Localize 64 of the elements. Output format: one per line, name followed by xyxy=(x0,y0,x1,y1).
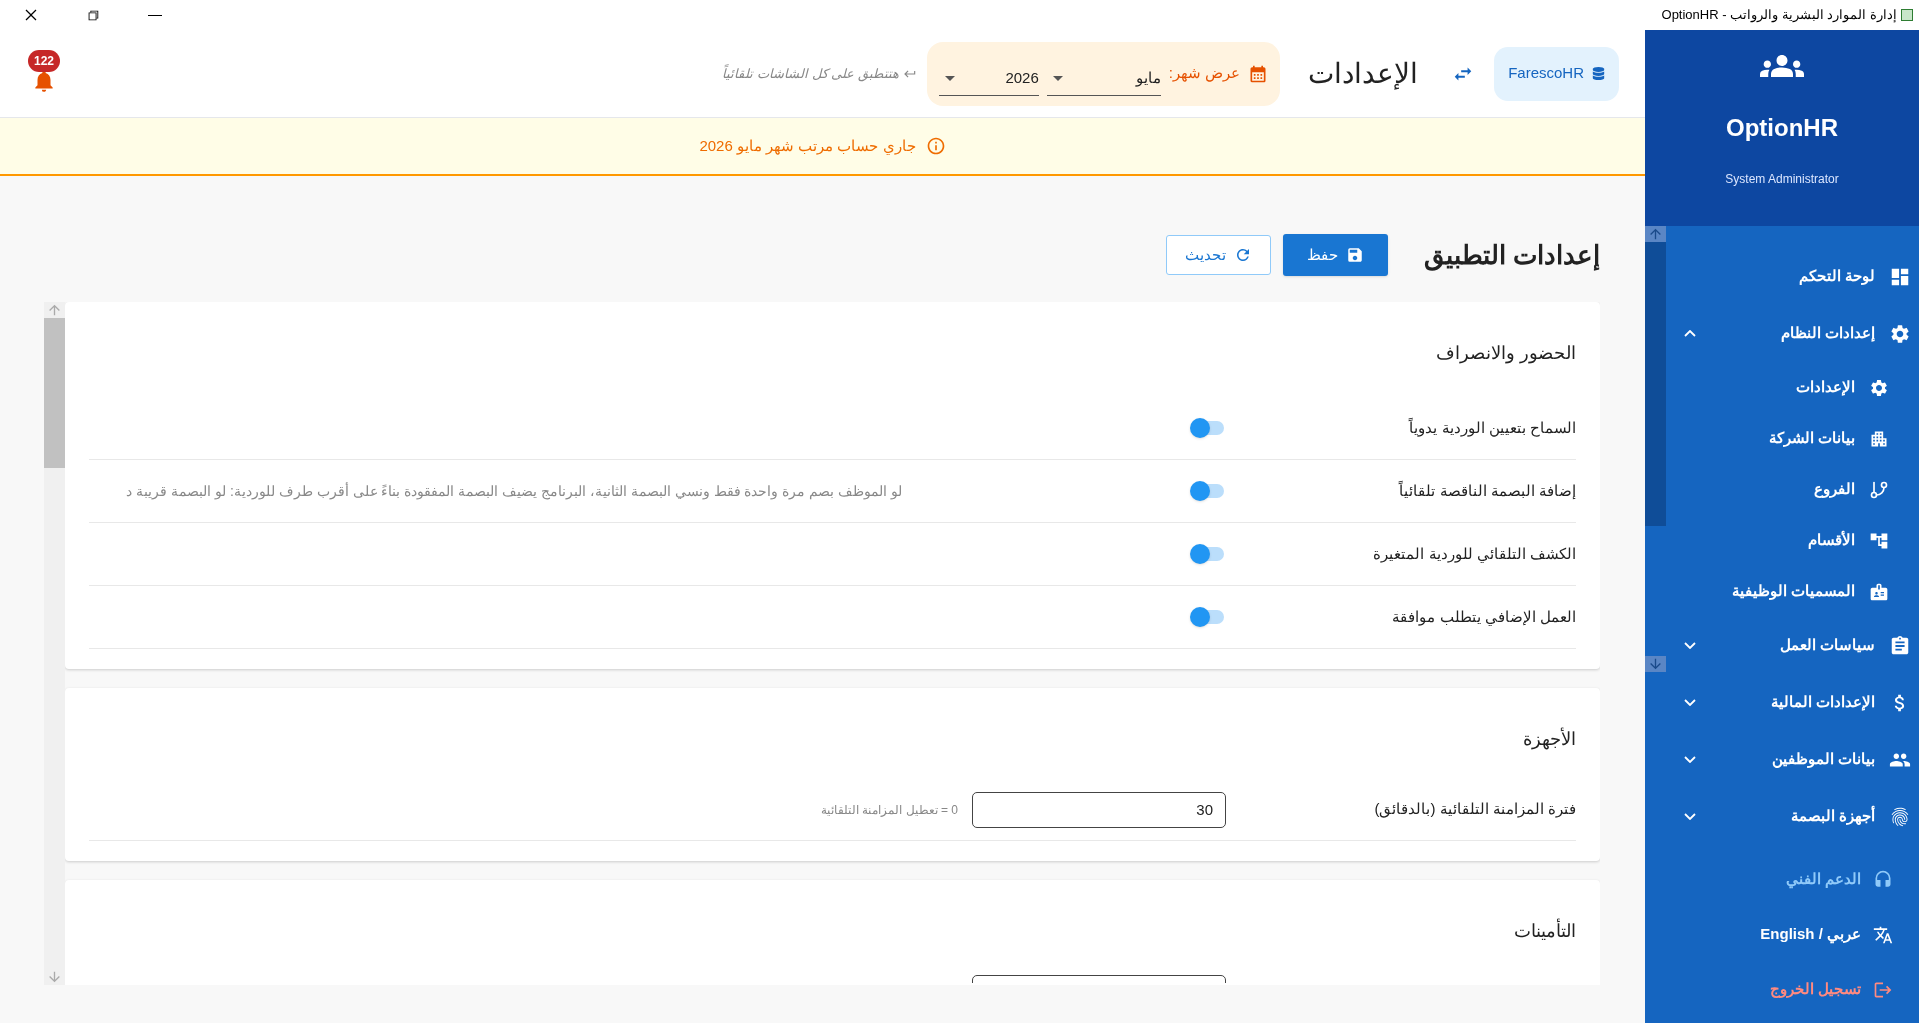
scrollbar-thumb[interactable] xyxy=(1645,242,1666,526)
setting-label: فترة المزامنة التلقائية (بالدقائق) xyxy=(1373,799,1576,820)
nav-item[interactable]: الإعدادات المالية xyxy=(1666,674,1919,731)
app-icon xyxy=(1901,9,1913,21)
setting-label: العمل الإضافي يتطلب موافقة xyxy=(1391,606,1576,628)
setting-hint: لو الموظف بصم مرة واحدة فقط ونسي البصمة الثانية، البرنامج يضيف البصمة المفقودة بناءً على أقرب طرف للوردية: لو البصمة قريبة د xyxy=(126,481,902,502)
setting-label: إضافة البصمة الناقصة تلقائياً xyxy=(1397,479,1576,501)
setting-hint: 0 = تعطيل المزامنة التلقائية xyxy=(820,801,958,819)
fingerprint-icon xyxy=(1889,805,1911,828)
minimize-icon xyxy=(148,14,162,16)
hint-text: هتتطبق على كل الشاشات تلقائياً xyxy=(722,63,899,84)
gear-icon xyxy=(1869,377,1889,398)
year-select[interactable]: 2026 xyxy=(938,61,1039,96)
month-label: عرض شهر: xyxy=(1168,63,1241,84)
user-role: System Administrator xyxy=(1725,171,1839,188)
close-icon xyxy=(23,7,39,23)
toggle-switch[interactable] xyxy=(1190,606,1226,628)
section-title: التأمينات xyxy=(89,918,1576,945)
toggle-switch[interactable] xyxy=(1190,543,1226,565)
scrollbar-thumb[interactable] xyxy=(44,318,65,468)
nav-item[interactable]: إعدادات النظام xyxy=(1666,305,1919,362)
nav-item[interactable]: بيانات الموظفين xyxy=(1666,731,1919,788)
database-icon xyxy=(1592,67,1605,80)
notification-badge: 122 xyxy=(27,49,60,72)
info-icon xyxy=(925,136,946,156)
dropdown-arrow-icon xyxy=(944,75,955,81)
sidebar-link[interactable]: الدعم الفني xyxy=(1645,852,1919,907)
save-button[interactable]: حفظ xyxy=(1282,234,1388,276)
badge-icon xyxy=(1869,581,1889,602)
page-title: إعدادات التطبيق xyxy=(1423,238,1600,273)
nav-subitem[interactable]: الفروع xyxy=(1666,464,1919,515)
brand-name: OptionHR xyxy=(1726,113,1838,143)
window-title: OptionHR - إدارة الموارد البشرية والرواتب xyxy=(1661,6,1897,25)
nav-subitem[interactable]: الأقسام xyxy=(1666,515,1919,566)
dropdown-arrow-icon xyxy=(1052,75,1063,81)
section-title: الأجهزة xyxy=(1522,726,1576,752)
translate-icon xyxy=(1873,924,1893,945)
gear-icon xyxy=(1889,322,1911,345)
sidebar-link[interactable]: عربي / English xyxy=(1645,907,1919,962)
month-select[interactable]: مايو xyxy=(1046,61,1161,96)
scroll-down-icon[interactable] xyxy=(1645,656,1666,672)
company-chip[interactable]: FarescoHR xyxy=(1494,46,1619,101)
nav-item[interactable]: سياسات العمل xyxy=(1666,617,1919,674)
toggle-switch[interactable] xyxy=(1190,417,1226,439)
setting-label: الكشف التلقائي للوردية المتغيرة xyxy=(1372,543,1576,565)
refresh-button[interactable]: تحديث xyxy=(1165,235,1271,275)
nav-item[interactable]: لوحة التحكم xyxy=(1666,248,1919,305)
nav-item[interactable]: أجهزة البصمة xyxy=(1666,788,1919,845)
branch-icon xyxy=(1869,479,1889,500)
nav-subitem[interactable]: المسميات الوظيفية xyxy=(1666,566,1919,617)
nav-subitem[interactable]: الإعدادات xyxy=(1666,362,1919,413)
toggle-switch[interactable] xyxy=(1190,480,1226,502)
headset-icon xyxy=(1873,869,1893,890)
nav-subitem[interactable]: بيانات الشركة xyxy=(1666,413,1919,464)
calendar-icon xyxy=(1248,63,1269,84)
banner-text: جاري حساب مرتب شهر مايو 2026 xyxy=(699,135,916,157)
setting-label: السماح بتعيين الوردية يدوياً xyxy=(1407,416,1576,439)
section-title: الحضور والانصراف xyxy=(1435,342,1576,366)
clipboard-icon xyxy=(1889,634,1911,657)
scroll-up-icon[interactable] xyxy=(1645,226,1666,242)
number-field[interactable]: 30 xyxy=(972,791,1226,828)
page-header-title: الإعدادات xyxy=(1308,56,1419,92)
restore-icon xyxy=(86,8,100,22)
save-icon xyxy=(1345,246,1364,264)
